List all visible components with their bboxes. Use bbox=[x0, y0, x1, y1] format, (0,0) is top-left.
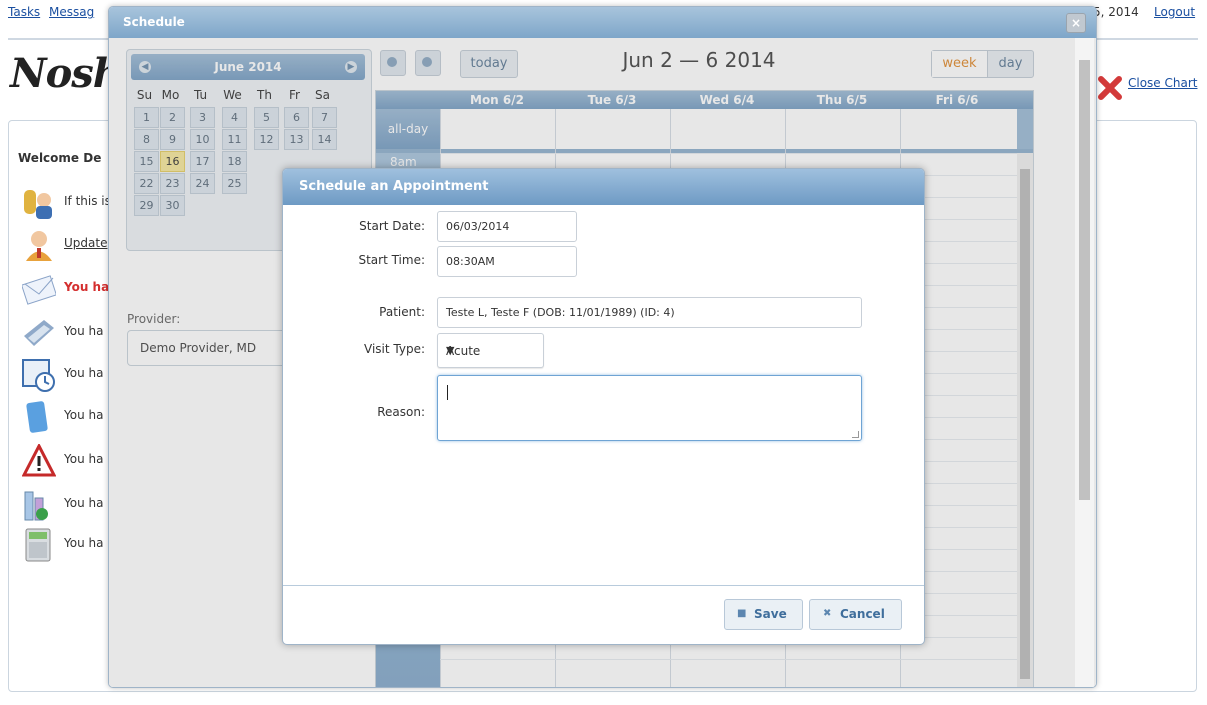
person-icon bbox=[26, 231, 52, 261]
alert-row-scans[interactable]: You ha bbox=[22, 316, 122, 350]
dialog-footer-divider bbox=[283, 585, 924, 586]
start-date-label: Start Date: bbox=[359, 219, 425, 233]
schedule-title: Schedule bbox=[123, 15, 185, 29]
save-button[interactable]: ■ Save bbox=[724, 599, 803, 630]
schedule-titlebar[interactable]: Schedule bbox=[109, 7, 1096, 38]
welcome-heading: Welcome De bbox=[18, 151, 102, 165]
notebook-icon bbox=[26, 401, 48, 433]
billing-alert-text[interactable]: You ha bbox=[64, 536, 103, 550]
messages-alert-text[interactable]: You ha bbox=[64, 280, 109, 294]
save-icon: ■ bbox=[737, 608, 747, 619]
appointment-dialog: Schedule an Appointment Start Date: 06/0… bbox=[282, 168, 925, 645]
warning-icon bbox=[22, 444, 56, 477]
schedule-scroll-thumb[interactable] bbox=[1079, 60, 1090, 500]
alert-text: If this is bbox=[64, 194, 111, 208]
labs-alert-text[interactable]: You ha bbox=[64, 496, 103, 510]
calculator-icon bbox=[25, 528, 51, 562]
appointments-alert-text[interactable]: You ha bbox=[64, 366, 103, 380]
close-chart-link[interactable]: Close Chart bbox=[1128, 76, 1197, 90]
cancel-button[interactable]: ✖ Cancel bbox=[809, 599, 902, 630]
start-time-field[interactable]: 08:30AM bbox=[437, 246, 577, 277]
reason-label: Reason: bbox=[377, 405, 425, 419]
warnings-alert-text[interactable]: You ha bbox=[64, 452, 103, 466]
save-label: Save bbox=[754, 607, 787, 621]
envelope-icon bbox=[22, 275, 56, 305]
keys-person-icon bbox=[24, 190, 52, 219]
cancel-icon: ✖ bbox=[823, 608, 832, 619]
start-time-value: 08:30AM bbox=[446, 255, 495, 268]
nosh-logo: Nosh bbox=[10, 50, 122, 97]
calendar-clock-icon bbox=[22, 359, 55, 392]
documents-alert-text[interactable]: You ha bbox=[64, 408, 103, 422]
alert-row-update[interactable]: Update bbox=[22, 228, 122, 262]
close-icon[interactable]: × bbox=[1066, 13, 1086, 33]
resize-handle-icon[interactable] bbox=[852, 431, 859, 438]
alert-row-billing[interactable]: You ha bbox=[22, 528, 122, 562]
alert-row-labs[interactable]: You ha bbox=[22, 488, 122, 522]
reason-textarea[interactable] bbox=[437, 375, 862, 441]
start-date-value: 06/03/2014 bbox=[446, 220, 510, 233]
lab-flask-icon bbox=[24, 491, 48, 521]
alert-row-intro: If this is bbox=[22, 186, 122, 220]
start-time-label: Start Time: bbox=[358, 253, 425, 267]
alert-row-messages[interactable]: You ha bbox=[22, 272, 122, 306]
scanner-icon bbox=[24, 320, 54, 346]
update-link[interactable]: Update bbox=[64, 236, 107, 250]
patient-value: Teste L, Teste F (DOB: 11/01/1989) (ID: … bbox=[446, 306, 675, 319]
messages-link[interactable]: Messag bbox=[49, 5, 94, 19]
dropdown-arrow-icon: ▼ bbox=[446, 344, 455, 357]
start-date-field[interactable]: 06/03/2014 bbox=[437, 211, 577, 242]
patient-field[interactable]: Teste L, Teste F (DOB: 11/01/1989) (ID: … bbox=[437, 297, 862, 328]
logout-link[interactable]: Logout bbox=[1154, 5, 1195, 19]
appointment-title: Schedule an Appointment bbox=[299, 179, 489, 194]
visit-type-label: Visit Type: bbox=[364, 342, 425, 356]
appointment-titlebar[interactable]: Schedule an Appointment bbox=[283, 169, 924, 205]
cancel-label: Cancel bbox=[840, 607, 885, 621]
scans-alert-text[interactable]: You ha bbox=[64, 324, 103, 338]
alert-row-appointments[interactable]: You ha bbox=[22, 358, 122, 392]
schedule-scrollbar[interactable] bbox=[1075, 38, 1094, 687]
visit-type-select[interactable]: Acute ▼ bbox=[437, 333, 544, 368]
date-text: 5, 2014 bbox=[1093, 5, 1139, 19]
alert-row-documents[interactable]: You ha bbox=[22, 400, 122, 434]
patient-label: Patient: bbox=[379, 305, 425, 319]
tasks-link[interactable]: Tasks bbox=[8, 5, 40, 19]
close-x-icon bbox=[1098, 76, 1122, 100]
text-cursor bbox=[447, 385, 448, 400]
alert-row-warnings[interactable]: You ha bbox=[22, 444, 122, 478]
